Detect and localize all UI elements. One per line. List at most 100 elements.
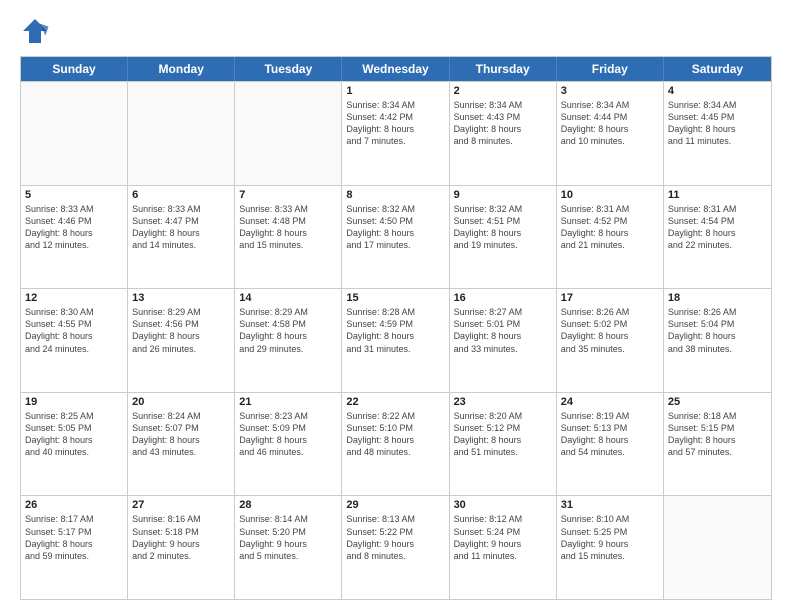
cell-line: Daylight: 8 hours (454, 434, 552, 446)
cell-line: Daylight: 9 hours (239, 538, 337, 550)
cell-line: Sunrise: 8:25 AM (25, 410, 123, 422)
cell-line: Sunrise: 8:23 AM (239, 410, 337, 422)
cell-line: Sunrise: 8:24 AM (132, 410, 230, 422)
day-number: 22 (346, 396, 444, 408)
cell-line: and 24 minutes. (25, 343, 123, 355)
cell-line: Sunset: 4:46 PM (25, 215, 123, 227)
cell-line: and 11 minutes. (668, 135, 767, 147)
calendar-cell: 20Sunrise: 8:24 AMSunset: 5:07 PMDayligh… (128, 393, 235, 496)
cell-line: and 15 minutes. (561, 550, 659, 562)
day-number: 17 (561, 292, 659, 304)
cell-line: Sunset: 4:42 PM (346, 111, 444, 123)
cell-line: Sunrise: 8:34 AM (454, 99, 552, 111)
calendar-body: 1Sunrise: 8:34 AMSunset: 4:42 PMDaylight… (21, 81, 771, 599)
cell-line: and 35 minutes. (561, 343, 659, 355)
cell-line: Daylight: 8 hours (346, 434, 444, 446)
weekday-header: Thursday (450, 57, 557, 81)
calendar-cell: 16Sunrise: 8:27 AMSunset: 5:01 PMDayligh… (450, 289, 557, 392)
cell-line: Sunrise: 8:34 AM (668, 99, 767, 111)
cell-line: Daylight: 8 hours (668, 330, 767, 342)
cell-line: and 57 minutes. (668, 446, 767, 458)
cell-line: Sunrise: 8:13 AM (346, 513, 444, 525)
cell-line: and 2 minutes. (132, 550, 230, 562)
day-number: 13 (132, 292, 230, 304)
cell-line: Sunset: 4:58 PM (239, 318, 337, 330)
cell-line: Sunset: 4:43 PM (454, 111, 552, 123)
calendar-cell: 13Sunrise: 8:29 AMSunset: 4:56 PMDayligh… (128, 289, 235, 392)
cell-line: Sunrise: 8:29 AM (239, 306, 337, 318)
cell-line: Sunrise: 8:31 AM (561, 203, 659, 215)
cell-line: Daylight: 8 hours (561, 434, 659, 446)
cell-line: Sunset: 5:07 PM (132, 422, 230, 434)
calendar-cell: 26Sunrise: 8:17 AMSunset: 5:17 PMDayligh… (21, 496, 128, 599)
cell-line: Daylight: 8 hours (346, 123, 444, 135)
cell-line: Daylight: 9 hours (454, 538, 552, 550)
cell-line: Daylight: 8 hours (346, 227, 444, 239)
calendar-cell: 1Sunrise: 8:34 AMSunset: 4:42 PMDaylight… (342, 82, 449, 185)
cell-line: Sunset: 5:04 PM (668, 318, 767, 330)
cell-line: Daylight: 9 hours (346, 538, 444, 550)
cell-line: Daylight: 8 hours (561, 227, 659, 239)
weekday-header: Saturday (664, 57, 771, 81)
day-number: 4 (668, 85, 767, 97)
logo-icon (20, 16, 50, 46)
cell-line: Daylight: 8 hours (454, 330, 552, 342)
cell-line: Daylight: 8 hours (25, 538, 123, 550)
calendar-cell: 28Sunrise: 8:14 AMSunset: 5:20 PMDayligh… (235, 496, 342, 599)
cell-line: Sunset: 4:50 PM (346, 215, 444, 227)
cell-line: Sunset: 5:12 PM (454, 422, 552, 434)
cell-line: and 10 minutes. (561, 135, 659, 147)
day-number: 16 (454, 292, 552, 304)
calendar-cell: 9Sunrise: 8:32 AMSunset: 4:51 PMDaylight… (450, 186, 557, 289)
calendar-cell: 27Sunrise: 8:16 AMSunset: 5:18 PMDayligh… (128, 496, 235, 599)
cell-line: Daylight: 8 hours (239, 330, 337, 342)
day-number: 6 (132, 189, 230, 201)
cell-line: Daylight: 8 hours (239, 227, 337, 239)
cell-line: Daylight: 8 hours (668, 227, 767, 239)
header (20, 16, 772, 46)
cell-line: Daylight: 8 hours (561, 123, 659, 135)
cell-line: Daylight: 8 hours (132, 330, 230, 342)
day-number: 26 (25, 499, 123, 511)
cell-line: Sunset: 4:52 PM (561, 215, 659, 227)
cell-line: and 11 minutes. (454, 550, 552, 562)
cell-line: Sunset: 4:54 PM (668, 215, 767, 227)
cell-line: Sunrise: 8:34 AM (561, 99, 659, 111)
calendar-cell: 5Sunrise: 8:33 AMSunset: 4:46 PMDaylight… (21, 186, 128, 289)
cell-line: and 14 minutes. (132, 239, 230, 251)
calendar: SundayMondayTuesdayWednesdayThursdayFrid… (20, 56, 772, 600)
calendar-cell: 22Sunrise: 8:22 AMSunset: 5:10 PMDayligh… (342, 393, 449, 496)
cell-line: Sunrise: 8:19 AM (561, 410, 659, 422)
weekday-header: Friday (557, 57, 664, 81)
cell-line: Sunset: 5:01 PM (454, 318, 552, 330)
calendar-row: 12Sunrise: 8:30 AMSunset: 4:55 PMDayligh… (21, 288, 771, 392)
calendar-cell: 29Sunrise: 8:13 AMSunset: 5:22 PMDayligh… (342, 496, 449, 599)
calendar-cell: 6Sunrise: 8:33 AMSunset: 4:47 PMDaylight… (128, 186, 235, 289)
cell-line: Sunset: 5:10 PM (346, 422, 444, 434)
cell-line: Sunrise: 8:17 AM (25, 513, 123, 525)
cell-line: Sunset: 4:59 PM (346, 318, 444, 330)
calendar-cell (21, 82, 128, 185)
day-number: 24 (561, 396, 659, 408)
cell-line: Sunset: 5:09 PM (239, 422, 337, 434)
day-number: 3 (561, 85, 659, 97)
cell-line: and 17 minutes. (346, 239, 444, 251)
cell-line: and 59 minutes. (25, 550, 123, 562)
cell-line: and 33 minutes. (454, 343, 552, 355)
cell-line: Daylight: 8 hours (239, 434, 337, 446)
day-number: 7 (239, 189, 337, 201)
cell-line: Sunrise: 8:33 AM (25, 203, 123, 215)
cell-line: Sunrise: 8:12 AM (454, 513, 552, 525)
cell-line: Daylight: 8 hours (561, 330, 659, 342)
cell-line: Daylight: 9 hours (561, 538, 659, 550)
calendar-cell: 18Sunrise: 8:26 AMSunset: 5:04 PMDayligh… (664, 289, 771, 392)
day-number: 9 (454, 189, 552, 201)
calendar-cell (664, 496, 771, 599)
day-number: 11 (668, 189, 767, 201)
cell-line: Sunset: 4:51 PM (454, 215, 552, 227)
cell-line: and 46 minutes. (239, 446, 337, 458)
day-number: 14 (239, 292, 337, 304)
cell-line: and 38 minutes. (668, 343, 767, 355)
cell-line: and 31 minutes. (346, 343, 444, 355)
cell-line: and 19 minutes. (454, 239, 552, 251)
